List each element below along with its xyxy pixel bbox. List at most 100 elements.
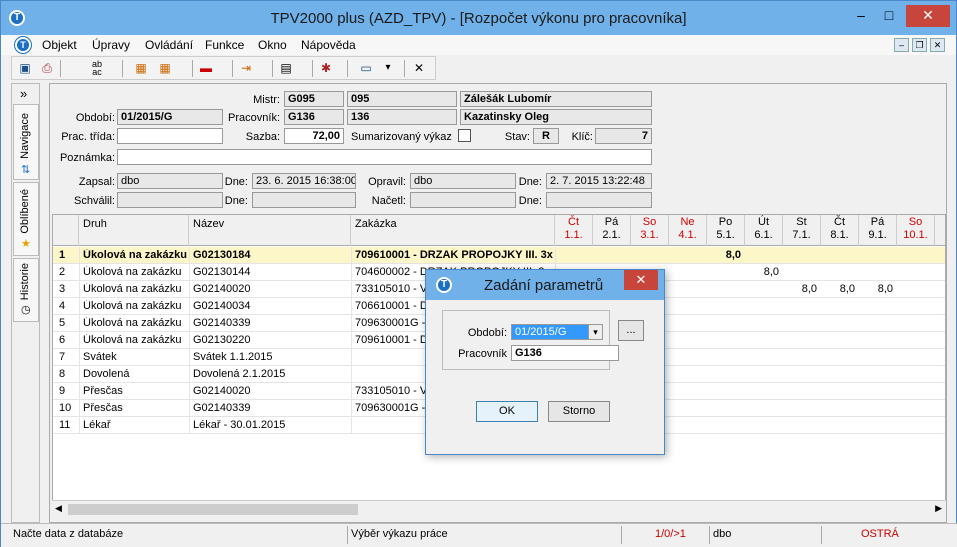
cell-druh: Úkolová na zakázku [83, 283, 182, 295]
opravil-label: Opravil: [368, 176, 406, 188]
dialog-ok-button[interactable]: OK [476, 401, 538, 422]
prac-trida-field[interactable] [117, 128, 223, 144]
sazba-field[interactable]: 72,00 [284, 128, 344, 144]
grid-header-nazev[interactable]: Název [189, 215, 351, 246]
close-button[interactable]: ✕ [906, 5, 950, 27]
cell-n: 4 [59, 300, 66, 312]
spell-icon[interactable]: ab ac [88, 60, 106, 77]
sumarizovany-checkbox[interactable] [458, 129, 471, 142]
status-separator [821, 526, 822, 544]
grid-header-day[interactable]: St 7.1. [783, 215, 821, 246]
cell-n: 2 [59, 266, 66, 278]
toolbar-separator [60, 60, 61, 77]
settings-icon[interactable]: ✱ [317, 60, 335, 76]
mdi-close-button[interactable]: ✕ [930, 38, 945, 52]
mdi-restore-button[interactable]: ❐ [912, 38, 927, 52]
day-name: Út [758, 216, 769, 228]
day-name: So [908, 216, 923, 228]
scroll-left-icon[interactable]: ◀ [55, 503, 62, 514]
pracovnik-num-field[interactable]: 136 [347, 109, 457, 125]
grid-header-day[interactable]: So 10.1. [897, 215, 935, 246]
poznamka-field[interactable] [117, 149, 652, 165]
schvalil-dne-field [252, 192, 356, 208]
maximize-button[interactable]: □ [876, 5, 902, 27]
day-date: 1.1. [564, 229, 583, 241]
table-icon[interactable]: ▦ [132, 60, 150, 76]
grid-header-day[interactable]: N1 [935, 215, 945, 246]
pracovnik-code-field[interactable]: G136 [284, 109, 344, 125]
grid-header-day[interactable]: Čt 1.1. [555, 215, 593, 246]
scrollbar-thumb[interactable] [68, 504, 358, 515]
cell-day-value: 8,0 [839, 283, 855, 295]
table-edit-icon[interactable]: ▦ [156, 60, 174, 76]
menu-upravy[interactable]: Úpravy [92, 38, 130, 52]
grid-header-druh[interactable]: Druh [79, 215, 189, 246]
pracovnik-name-field: Kazatinsky Oleg [460, 109, 652, 125]
obdobi-label: Období: [75, 112, 115, 124]
sidebar-collapse-icon[interactable]: » [20, 86, 27, 101]
table-row[interactable]: 1 Úkolová na zakázku G02130184 709610001 - … [53, 247, 945, 264]
menu-napoveda[interactable]: Nápověda [301, 38, 356, 52]
dialog-browse-button[interactable]: ... [618, 320, 644, 341]
menu-funkce[interactable]: Funkce [205, 38, 244, 52]
column-separator [79, 247, 80, 264]
chevron-down-icon[interactable]: ▾ [588, 325, 602, 339]
menu-okno[interactable]: Okno [258, 38, 287, 52]
menu-ovladani[interactable]: Ovládání [145, 38, 193, 52]
eraser-icon[interactable]: ▬ [197, 60, 215, 76]
import-icon[interactable]: ⇥ [237, 60, 255, 76]
dialog-storno-button[interactable]: Storno [548, 401, 610, 422]
calculator-icon[interactable]: ▤ [277, 60, 295, 76]
day-name: Po [718, 216, 733, 228]
cell-n: 8 [59, 368, 66, 380]
column-separator [351, 400, 352, 417]
day-name: Čt [834, 216, 845, 228]
day-date: 3.1. [640, 229, 659, 241]
column-separator [79, 400, 80, 417]
grid-header-day[interactable]: Ne 4.1. [669, 215, 707, 246]
day-date: 8.1. [830, 229, 849, 241]
print-icon[interactable]: ⎙ [38, 60, 56, 76]
mistr-code-field[interactable]: G095 [284, 91, 344, 107]
dialog-pracovnik-field[interactable]: G136 [511, 345, 619, 361]
sidebar-tab-navigace[interactable]: Navigace ⇅ [13, 104, 39, 180]
stav-field: R [533, 128, 559, 144]
mistr-num-field[interactable]: 095 [347, 91, 457, 107]
grid-header-day[interactable]: So 3.1. [631, 215, 669, 246]
grid-header-day[interactable]: Čt 8.1. [821, 215, 859, 246]
sidebar-tab-historie[interactable]: Historie ◷ [13, 258, 39, 322]
toolbar-separator [192, 60, 193, 77]
dialog-title: Zadání parametrů [484, 277, 604, 294]
toolbar-close-icon[interactable]: ✕ [410, 60, 428, 76]
mdi-minimize-button[interactable]: – [894, 38, 909, 52]
cell-nazev: G02130220 [193, 334, 251, 346]
cell-day-value: 8,0 [877, 283, 893, 295]
dialog-close-button[interactable]: ✕ [624, 270, 658, 290]
sidebar-tab-oblibene[interactable]: Oblíbené ★ [13, 182, 39, 256]
window-icon[interactable]: ▭ [357, 60, 375, 76]
column-separator [189, 247, 190, 264]
grid-header-day[interactable]: Pá 9.1. [859, 215, 897, 246]
menu-objekt[interactable]: Objekt [42, 38, 77, 52]
scroll-right-icon[interactable]: ▶ [935, 503, 942, 514]
column-separator [351, 332, 352, 349]
title-bar: T TPV2000 plus (AZD_TPV) - [Rozpočet výk… [1, 1, 956, 35]
column-separator [79, 383, 80, 400]
horizontal-scrollbar[interactable]: ◀ ▶ [52, 500, 946, 517]
window-dropdown-icon[interactable]: ▾ [379, 60, 397, 76]
status-separator [621, 526, 622, 544]
column-separator [189, 366, 190, 383]
obdobi-field[interactable]: 01/2015/G [117, 109, 223, 125]
cell-nazev: Dovolená 2.1.2015 [193, 368, 286, 380]
minimize-button[interactable]: – [848, 5, 874, 27]
toolbar-separator [347, 60, 348, 77]
grid-header-day[interactable]: Po 5.1. [707, 215, 745, 246]
sumarizovany-label: Sumarizovaný výkaz [351, 131, 452, 143]
column-separator [189, 315, 190, 332]
menu-app-icon[interactable]: T [15, 37, 31, 53]
save-icon[interactable]: ▣ [16, 60, 34, 76]
day-name: N [935, 216, 945, 229]
grid-header-zakazka[interactable]: Zakázka [351, 215, 555, 246]
grid-header-day[interactable]: Pá 2.1. [593, 215, 631, 246]
grid-header-day[interactable]: Út 6.1. [745, 215, 783, 246]
